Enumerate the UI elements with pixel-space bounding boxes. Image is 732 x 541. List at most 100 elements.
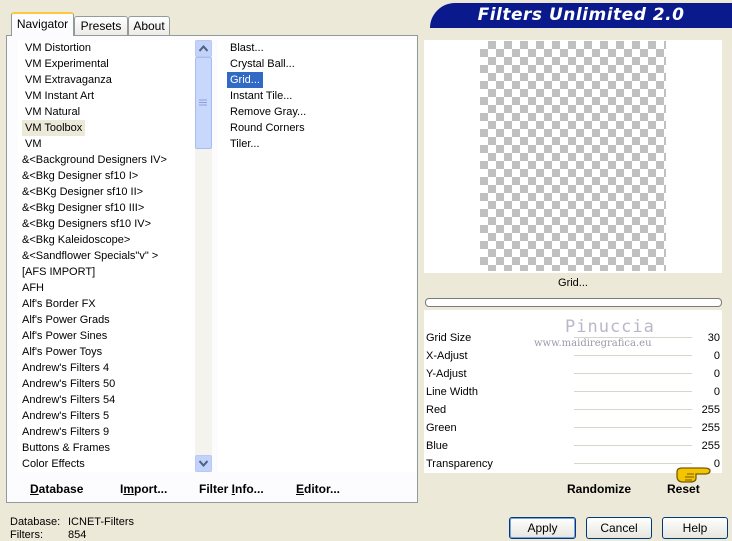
grip-icon	[199, 99, 207, 106]
filter-item[interactable]: Round Corners	[230, 120, 416, 136]
category-item[interactable]: Andrew's Filters 50	[18, 376, 195, 392]
tab-label: About	[133, 19, 165, 33]
randomize-button[interactable]: Randomize	[567, 482, 631, 496]
param-track[interactable]	[574, 355, 692, 356]
category-label: Andrew's Filters 9	[22, 426, 110, 438]
category-list[interactable]: VM Distortion VM Experimental VM Extravaga…	[18, 40, 195, 472]
tab-label: Presets	[80, 19, 122, 33]
scroll-thumb[interactable]	[195, 57, 212, 149]
editor-button[interactable]: Editor...	[296, 482, 340, 496]
param-track[interactable]	[574, 409, 692, 410]
param-slider[interactable]: Green 255	[424, 419, 722, 437]
filter-label: Crystal Ball...	[230, 58, 295, 70]
category-label: [AFS IMPORT]	[22, 266, 96, 278]
category-label: Andrew's Filters 54	[22, 394, 116, 406]
param-slider[interactable]: Red 255	[424, 401, 722, 419]
apply-button[interactable]: Apply	[509, 517, 576, 539]
status-database-value: ICNET-Filters	[68, 516, 134, 528]
chevron-down-icon	[199, 460, 208, 467]
category-label: Alf's Border FX	[22, 298, 96, 310]
param-slider[interactable]: Blue 255	[424, 437, 722, 455]
param-value: 255	[701, 422, 720, 434]
param-value: 0	[713, 368, 720, 380]
category-label: VM Instant Art	[25, 90, 95, 102]
param-slider[interactable]: Y-Adjust 0	[424, 365, 722, 383]
category-item[interactable]: &<Bkg Kaleidoscope>	[18, 232, 195, 248]
category-item[interactable]: Andrew's Filters 5	[18, 408, 195, 424]
category-item[interactable]: Alf's Power Toys	[18, 344, 195, 360]
category-label: Alf's Power Toys	[22, 346, 103, 358]
category-item[interactable]: VM Natural	[18, 104, 195, 120]
category-item[interactable]: &<Background Designers IV>	[18, 152, 195, 168]
filter-item[interactable]: Blast...	[230, 40, 416, 56]
param-value: 30	[707, 332, 720, 344]
category-item[interactable]: VM Distortion	[18, 40, 195, 56]
category-label: &<Bkg Designer sf10 I>	[22, 170, 139, 182]
filter-item[interactable]: Tiler...	[230, 136, 416, 152]
chevron-up-icon	[199, 45, 208, 52]
category-item[interactable]: &<BKg Designer sf10 II>	[18, 184, 195, 200]
category-item[interactable]: &<Bkg Designer sf10 I>	[18, 168, 195, 184]
category-item[interactable]: &<Bkg Designers sf10 IV>	[18, 216, 195, 232]
category-item[interactable]: VM	[18, 136, 195, 152]
category-label: &<Bkg Designers sf10 IV>	[22, 218, 152, 230]
category-label: VM Natural	[25, 106, 81, 118]
filter-info-button[interactable]: Filter Info...	[199, 482, 264, 496]
cancel-button[interactable]: Cancel	[586, 517, 652, 539]
tab-navigator[interactable]: Navigator	[11, 12, 74, 36]
category-item[interactable]: Andrew's Filters 4	[18, 360, 195, 376]
category-label: &<Background Designers IV>	[22, 154, 167, 166]
category-item[interactable]: Andrew's Filters 9	[18, 424, 195, 440]
pointing-hand-icon	[676, 467, 711, 483]
filter-item[interactable]: Crystal Ball...	[230, 56, 416, 72]
category-label: &<Bkg Kaleidoscope>	[22, 234, 131, 246]
param-label: Red	[426, 404, 447, 416]
param-slider[interactable]: Line Width 0	[424, 383, 722, 401]
category-item[interactable]: VM Experimental	[18, 56, 195, 72]
category-label: AFH	[22, 282, 44, 294]
reset-button[interactable]: Reset	[667, 482, 700, 496]
category-item[interactable]: VM Instant Art	[18, 88, 195, 104]
filter-label: Grid...	[227, 72, 263, 88]
app-title-banner: Filters Unlimited 2.0	[430, 3, 732, 28]
category-item[interactable]: VM Toolbox	[18, 120, 195, 136]
category-item[interactable]: Andrew's Filters 54	[18, 392, 195, 408]
tab-about[interactable]: About	[128, 16, 170, 35]
category-item[interactable]: [AFS IMPORT]	[18, 264, 195, 280]
param-track[interactable]	[574, 427, 692, 428]
app-title: Filters Unlimited 2.0	[477, 5, 685, 25]
param-track[interactable]	[574, 373, 692, 374]
param-track[interactable]	[574, 445, 692, 446]
category-label: Andrew's Filters 50	[22, 378, 116, 390]
category-item[interactable]: Alf's Power Grads	[18, 312, 195, 328]
tab-presets[interactable]: Presets	[74, 16, 128, 35]
category-item[interactable]: &<Sandflower Specials"v" >	[18, 248, 195, 264]
category-label: VM Toolbox	[22, 120, 86, 136]
filter-item[interactable]: Remove Gray...	[230, 104, 416, 120]
category-item[interactable]: Buttons & Frames	[18, 440, 195, 456]
filter-list[interactable]: Blast... Crystal Ball... Grid... Instant Ti…	[218, 40, 416, 472]
filter-item[interactable]: Grid...	[227, 72, 416, 88]
database-button[interactable]: Database	[30, 482, 83, 496]
filter-item[interactable]: Instant Tile...	[230, 88, 416, 104]
category-item[interactable]: Color Effects	[18, 456, 195, 472]
help-button[interactable]: Help	[662, 517, 728, 539]
param-track[interactable]	[574, 391, 692, 392]
category-item[interactable]: AFH	[18, 280, 195, 296]
filter-label: Instant Tile...	[230, 90, 293, 102]
param-value: 255	[701, 440, 720, 452]
watermark-url: www.maidiregrafica.eu	[534, 338, 652, 349]
param-slider[interactable]: X-Adjust 0	[424, 347, 722, 365]
category-item[interactable]: VM Extravaganza	[18, 72, 195, 88]
category-scrollbar[interactable]	[195, 40, 212, 472]
scroll-down-button[interactable]	[195, 455, 212, 472]
import-button[interactable]: Import...	[120, 482, 167, 496]
category-item[interactable]: &<Bkg Designer sf10 III>	[18, 200, 195, 216]
preview-caption: Grid...	[558, 277, 588, 289]
category-item[interactable]: Alf's Border FX	[18, 296, 195, 312]
param-label: Grid Size	[426, 332, 472, 344]
category-item[interactable]: Alf's Power Sines	[18, 328, 195, 344]
category-label: &<BKg Designer sf10 II>	[22, 186, 144, 198]
tab-label: Navigator	[16, 17, 69, 31]
scroll-up-button[interactable]	[195, 40, 212, 57]
